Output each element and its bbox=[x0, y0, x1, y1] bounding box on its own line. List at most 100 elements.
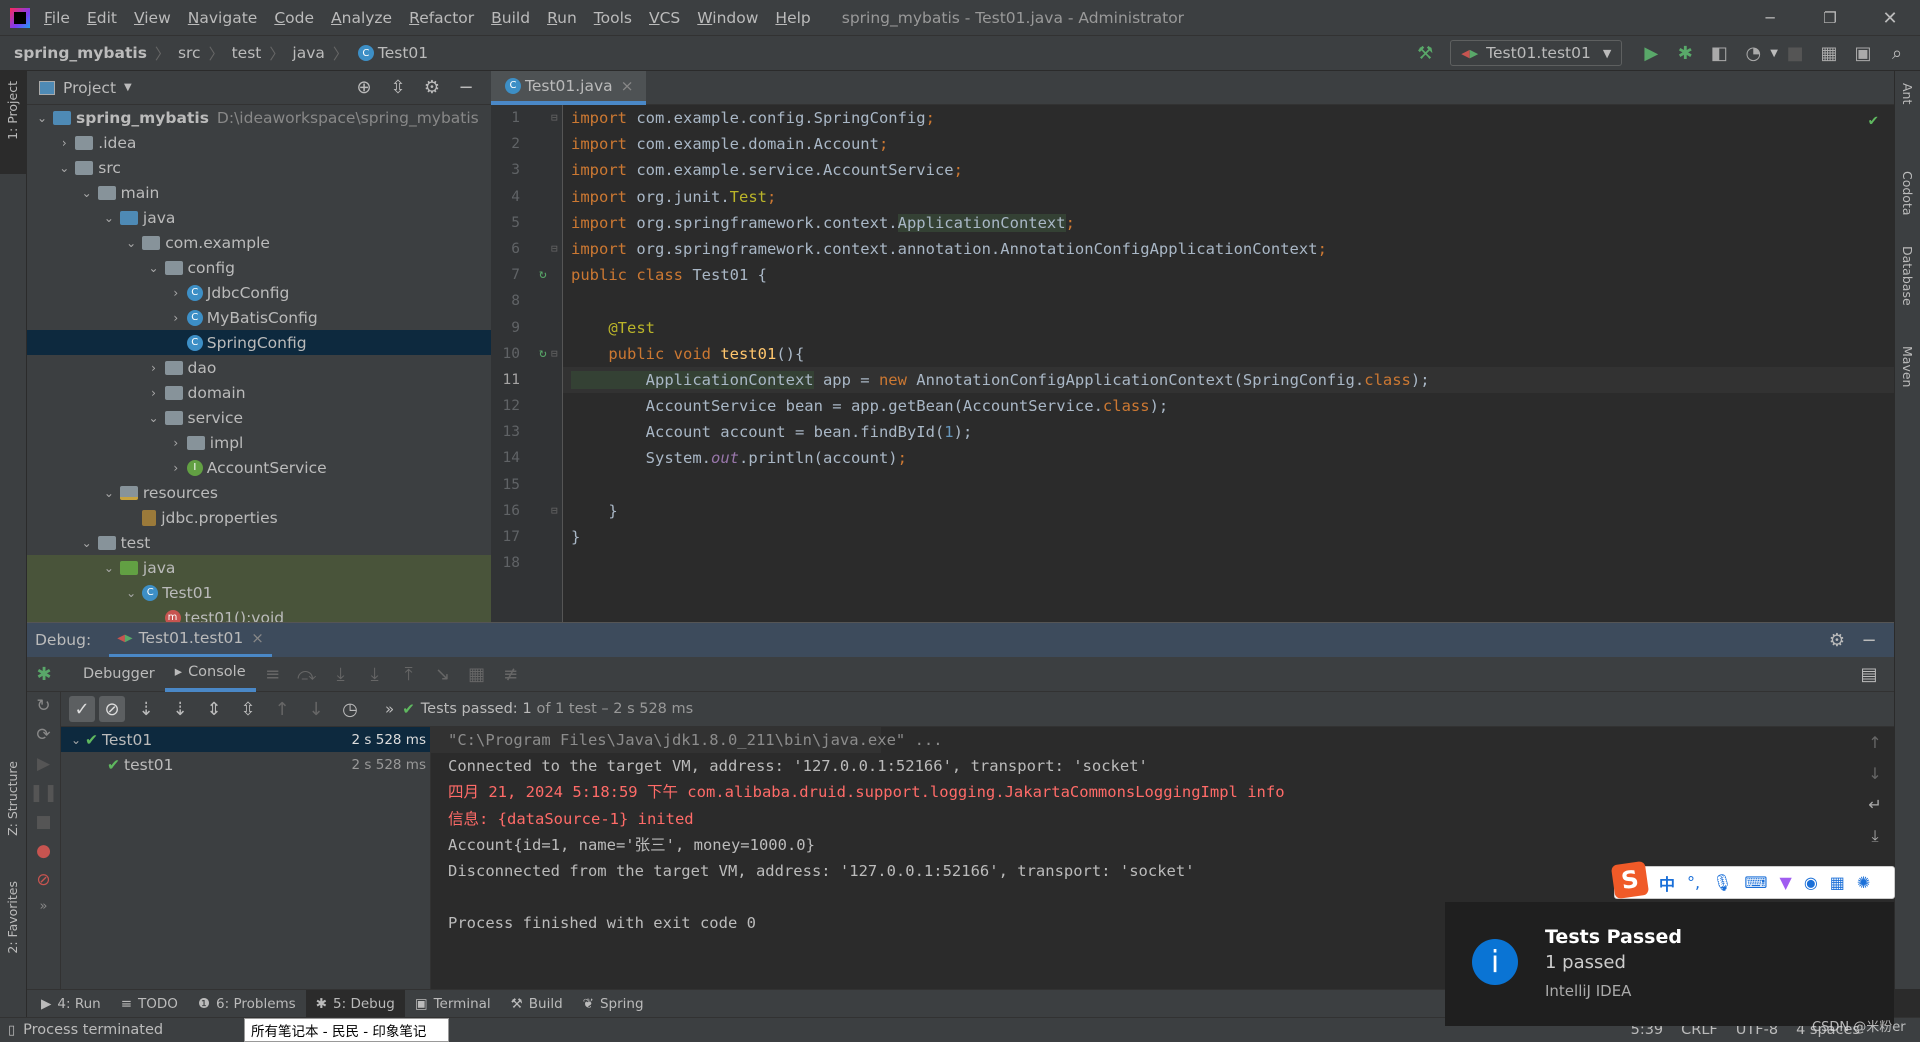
gear-icon[interactable]: ⚙ bbox=[1824, 627, 1850, 653]
prev-failed-icon[interactable]: ↑ bbox=[269, 696, 295, 722]
project-structure-icon[interactable]: ▦ bbox=[1816, 40, 1842, 66]
menu-code[interactable]: Code bbox=[274, 9, 314, 27]
microphone-icon[interactable]: 🎙 bbox=[1712, 873, 1732, 892]
tool-tab-spring[interactable]: ❦ Spring bbox=[573, 990, 654, 1018]
breadcrumb-item[interactable]: java bbox=[292, 44, 324, 62]
menu-edit[interactable]: Edit bbox=[87, 9, 117, 27]
chevron-down-icon[interactable]: ⌄ bbox=[145, 261, 163, 275]
project-view-select[interactable]: Project bbox=[63, 79, 116, 97]
status-toggle-icon[interactable]: ▯ bbox=[8, 1023, 15, 1038]
build-hammer-icon[interactable]: ⚒ bbox=[1412, 40, 1438, 66]
tool-tab-build[interactable]: ⚒ Build bbox=[501, 990, 573, 1018]
chevron-right-icon[interactable]: › bbox=[145, 386, 163, 400]
tool-tab-terminal[interactable]: ▣ Terminal bbox=[405, 990, 501, 1018]
chevron-right-icon[interactable]: › bbox=[145, 361, 163, 375]
menu-window[interactable]: Window bbox=[697, 9, 758, 27]
step-out-icon[interactable]: ⤒ bbox=[396, 661, 422, 687]
debug-icon[interactable]: ✱ bbox=[1672, 40, 1698, 66]
evaluate-icon[interactable]: ▦ bbox=[464, 661, 490, 687]
run-icon[interactable]: ▶ bbox=[1638, 40, 1664, 66]
code-editor[interactable]: ✔ import com.example.config.SpringConfig… bbox=[563, 105, 1894, 622]
resume-icon[interactable]: ▶ bbox=[37, 754, 50, 774]
expand-all-icon[interactable]: ⇕ bbox=[201, 696, 227, 722]
sort-alpha-icon[interactable]: ⇣ bbox=[133, 696, 159, 722]
tree-item[interactable]: ⌄ resources bbox=[27, 480, 491, 505]
menu-refactor[interactable]: Refactor bbox=[409, 9, 474, 27]
menu-analyze[interactable]: Analyze bbox=[331, 9, 392, 27]
tool-window-ant[interactable]: Ant bbox=[1900, 83, 1915, 104]
collapse-all-icon[interactable]: ⇳ bbox=[385, 75, 411, 101]
tool-window-project-label[interactable]: 1: Project bbox=[5, 81, 20, 140]
tree-item[interactable]: › C JdbcConfig bbox=[27, 280, 491, 305]
chevron-down-icon[interactable]: ⌄ bbox=[100, 486, 118, 500]
chevron-down-icon[interactable]: ⌄ bbox=[55, 161, 73, 175]
menu-run[interactable]: Run bbox=[547, 9, 577, 27]
tree-item[interactable]: ⌄ test bbox=[27, 530, 491, 555]
show-passed-toggle[interactable]: ✓ bbox=[69, 696, 95, 722]
chevron-right-icon[interactable]: › bbox=[167, 461, 185, 475]
search-icon[interactable]: ⌕ bbox=[1884, 40, 1910, 66]
debug-session-tab[interactable]: ◀ ▶ Test01.test01 × bbox=[109, 623, 272, 658]
chevron-down-icon[interactable]: ⌄ bbox=[67, 733, 85, 747]
rerun-failed-icon[interactable]: ⟳ bbox=[36, 725, 50, 745]
locate-icon[interactable]: ⊕ bbox=[351, 75, 377, 101]
run-test-gutter-icon[interactable]: ↻ bbox=[539, 262, 547, 288]
breadcrumb-item[interactable]: Test01 bbox=[378, 44, 428, 62]
tree-item[interactable]: ⌄ main bbox=[27, 180, 491, 205]
run-to-cursor-icon[interactable]: ↘ bbox=[430, 661, 456, 687]
tests-passed-notification[interactable]: i Tests Passed 1 passed IntelliJ IDEA bbox=[1445, 902, 1894, 1026]
hide-icon[interactable]: − bbox=[1856, 627, 1882, 653]
scroll-to-end-icon[interactable]: ⤓ bbox=[1871, 826, 1878, 846]
tab-debugger[interactable]: Debugger bbox=[73, 657, 165, 692]
chevron-down-icon[interactable]: ⌄ bbox=[100, 561, 118, 575]
chevron-down-icon[interactable]: ⌄ bbox=[122, 236, 140, 250]
show-ignored-toggle[interactable]: ⊘ bbox=[99, 696, 125, 722]
tree-item[interactable]: › .idea bbox=[27, 130, 491, 155]
fold-icon[interactable]: ⊟ bbox=[551, 236, 558, 262]
force-step-into-icon[interactable]: ⤓ bbox=[362, 661, 388, 687]
tree-item[interactable]: › impl bbox=[27, 430, 491, 455]
settings-icon[interactable]: ✺ bbox=[1857, 873, 1870, 892]
keyboard-icon[interactable]: ⌨ bbox=[1744, 873, 1767, 892]
menu-help[interactable]: Help bbox=[775, 9, 810, 27]
chevron-down-icon[interactable]: ⌄ bbox=[145, 411, 163, 425]
step-into-icon[interactable]: ⤓ bbox=[328, 661, 354, 687]
breadcrumb-item[interactable]: spring_mybatis bbox=[14, 44, 147, 62]
close-tab-icon[interactable]: × bbox=[251, 629, 264, 647]
tree-item[interactable]: › I AccountService bbox=[27, 455, 491, 480]
tree-item[interactable]: ⌄ service bbox=[27, 405, 491, 430]
collapse-all-icon[interactable]: ⇳ bbox=[235, 696, 261, 722]
chevron-down-icon[interactable]: ⌄ bbox=[100, 211, 118, 225]
tree-item[interactable]: ⌄ C Test01 bbox=[27, 580, 491, 605]
ime-mode[interactable]: 中 bbox=[1659, 871, 1675, 895]
restore-layout-icon[interactable]: ▤ bbox=[1856, 661, 1882, 687]
sort-duration-icon[interactable]: ⇣ bbox=[167, 696, 193, 722]
tree-item[interactable]: › dao bbox=[27, 355, 491, 380]
tool-window-codota[interactable]: Codota bbox=[1900, 171, 1915, 216]
chevron-right-icon[interactable]: › bbox=[167, 286, 185, 300]
tool-tab-todo[interactable]: ≡ TODO bbox=[111, 990, 188, 1018]
terminal-icon[interactable]: ▣ bbox=[1850, 40, 1876, 66]
tool-window-database[interactable]: Database bbox=[1900, 246, 1915, 306]
chevron-down-icon[interactable]: ▼ bbox=[124, 82, 132, 93]
down-icon[interactable]: ↓ bbox=[1868, 764, 1881, 783]
tab-console[interactable]: ▸ Console bbox=[164, 657, 256, 692]
close-tab-icon[interactable]: × bbox=[621, 77, 634, 95]
step-over-icon[interactable]: ⤼ bbox=[294, 661, 320, 687]
more-icon[interactable]: » bbox=[40, 899, 48, 914]
tree-item[interactable]: C SpringConfig bbox=[27, 330, 491, 355]
chevron-down-icon[interactable]: ⌄ bbox=[33, 111, 51, 125]
fold-icon[interactable]: ⊟ bbox=[551, 341, 558, 367]
chevron-right-icon[interactable]: › bbox=[167, 436, 185, 450]
tree-item[interactable]: › domain bbox=[27, 380, 491, 405]
gamepad-icon[interactable]: ◉ bbox=[1804, 873, 1818, 892]
tree-item[interactable]: ⌄ src bbox=[27, 155, 491, 180]
menu-build[interactable]: Build bbox=[491, 9, 530, 27]
tool-window-structure-label[interactable]: Z: Structure bbox=[5, 761, 20, 836]
gear-icon[interactable]: ⚙ bbox=[419, 75, 445, 101]
pause-icon[interactable]: ❚❚ bbox=[29, 783, 58, 803]
chevron-down-icon[interactable]: ⌄ bbox=[122, 586, 140, 600]
tool-window-favorites-label[interactable]: 2: Favorites bbox=[5, 881, 20, 954]
layout-icon[interactable]: ≡ bbox=[260, 661, 286, 687]
chevron-right-icon[interactable]: › bbox=[55, 136, 73, 150]
